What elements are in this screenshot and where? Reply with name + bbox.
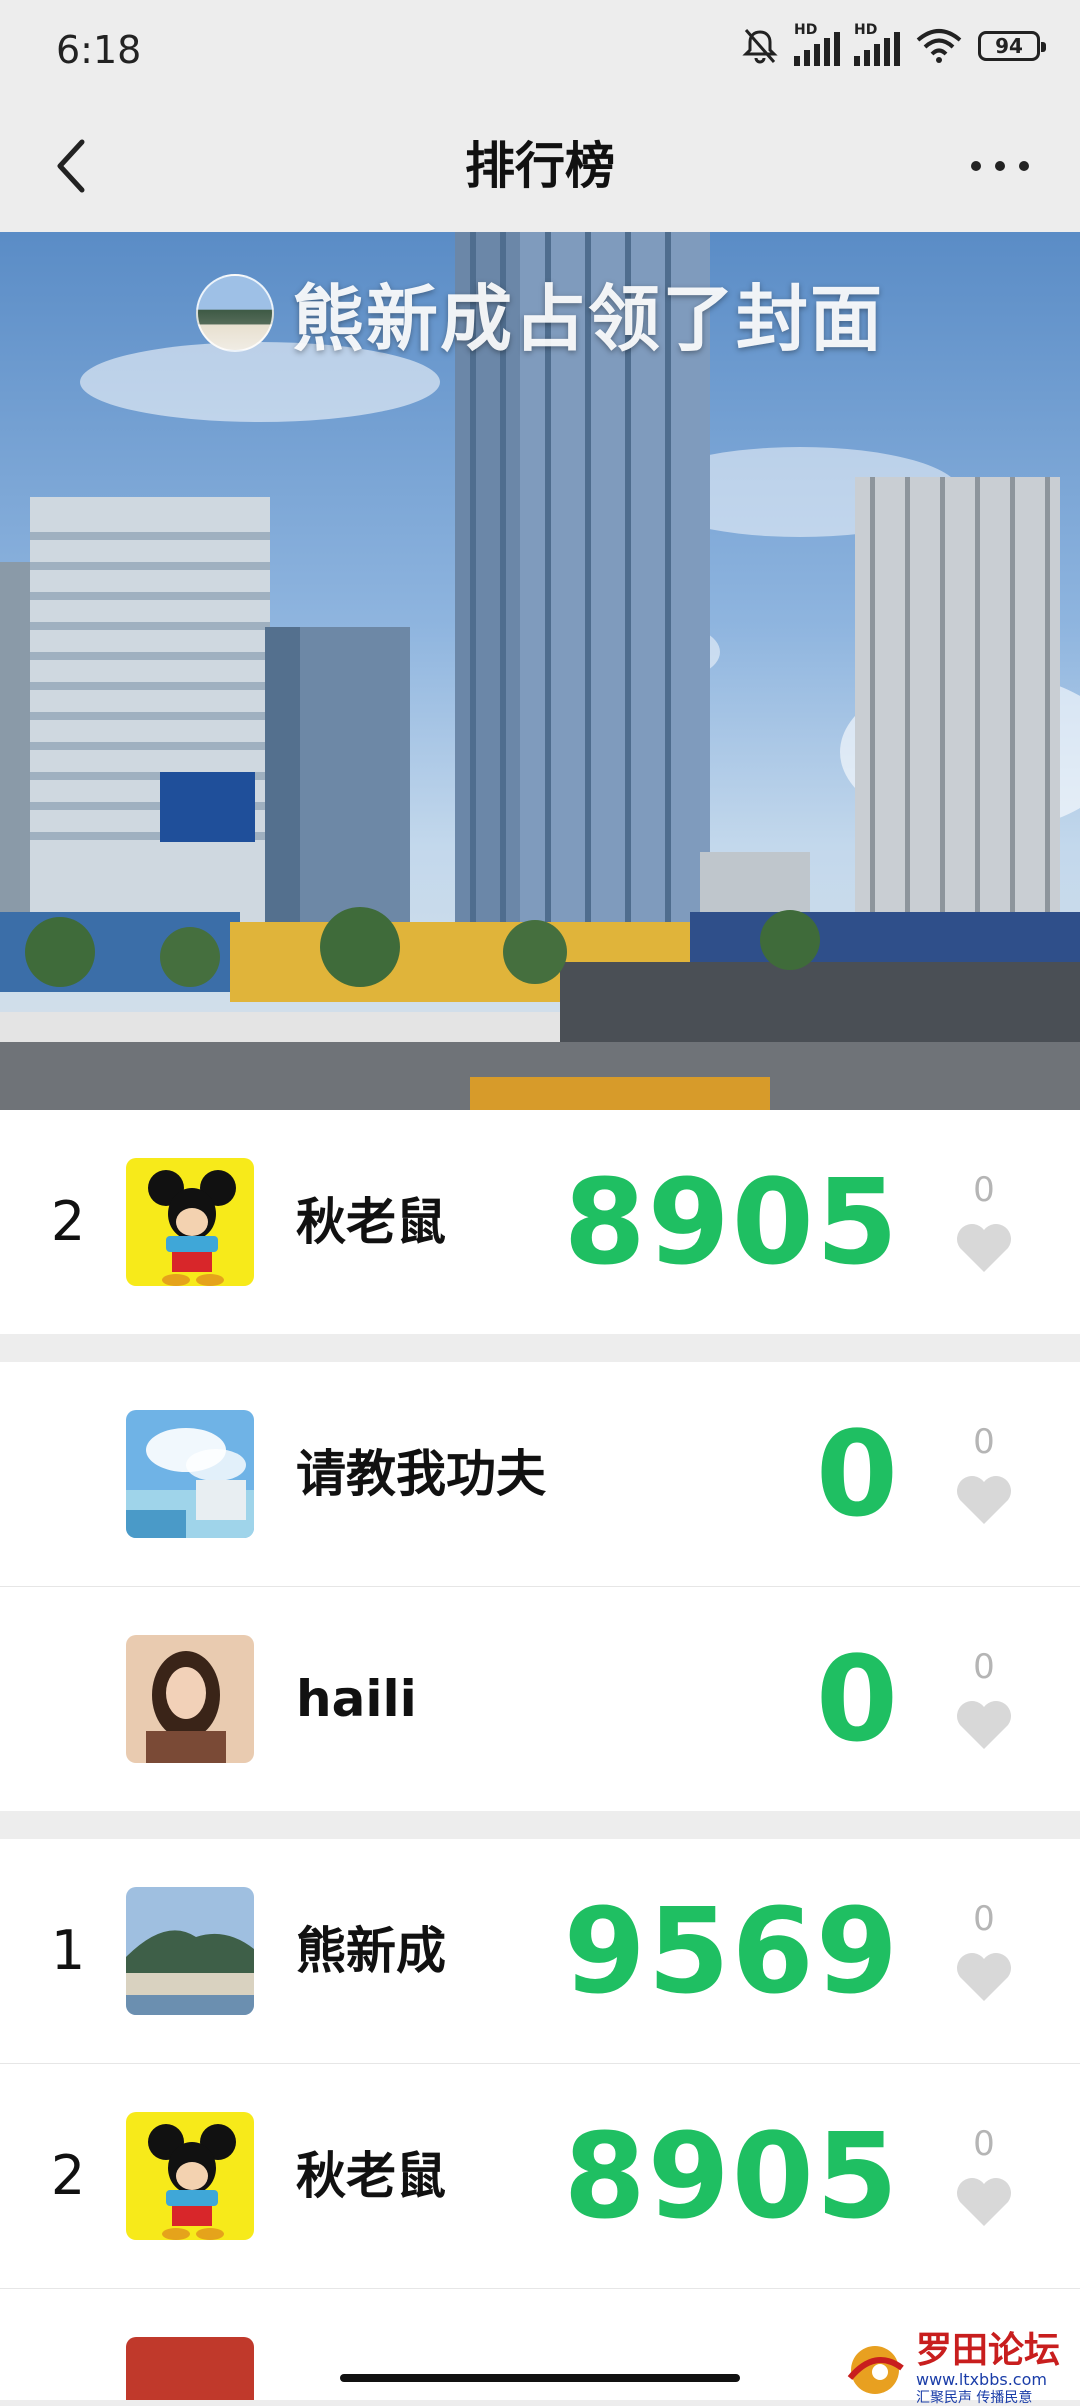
user-name: 秋老鼠 <box>296 2147 446 2205</box>
more-dots-icon <box>971 161 1029 171</box>
mickey-avatar[interactable] <box>126 2112 254 2240</box>
landscape-avatar[interactable] <box>126 1887 254 2015</box>
watermark: 罗田论坛 www.ltxbbs.com 汇聚民声 传播民意 <box>840 2330 1060 2406</box>
my-rank-section: 2 秋老鼠 8905 0 <box>0 1110 1080 1334</box>
list-item[interactable]: 2 秋老鼠 8905 0 <box>0 1110 1080 1334</box>
partial-avatar[interactable] <box>126 2337 254 2400</box>
list-item[interactable]: haili 0 0 <box>0 1587 1080 1811</box>
anime-sky-avatar[interactable] <box>126 1410 254 1538</box>
like-button[interactable]: 0 <box>954 1647 1014 1757</box>
like-button[interactable]: 0 <box>954 2124 1014 2234</box>
friends-zero-section: 请教我功夫 0 0 haili 0 0 <box>0 1362 1080 1811</box>
like-count: 0 <box>973 2124 995 2164</box>
user-name: 请教我功夫 <box>296 1445 546 1503</box>
mickey-avatar[interactable] <box>126 1158 254 1286</box>
rank-number <box>48 1587 88 1811</box>
watermark-slogan: 汇聚民声 传播民意 <box>915 2390 1033 2406</box>
heart-icon <box>957 1476 1011 1524</box>
like-count: 0 <box>973 1422 995 1462</box>
list-item[interactable]: 请教我功夫 0 0 <box>0 1362 1080 1587</box>
rank-number: 2 <box>50 1190 86 1253</box>
status-bar: 6:18 HD HD 94 <box>0 0 1080 100</box>
wifi-icon <box>916 29 962 63</box>
portrait-avatar[interactable] <box>126 1635 254 1763</box>
rank-number: 1 <box>50 1919 86 1982</box>
list-item[interactable]: 2 秋老鼠 8905 0 <box>0 2064 1080 2289</box>
section-divider <box>0 1334 1080 1362</box>
user-name: 熊新成 <box>296 1922 446 1980</box>
step-count: 0 <box>815 1405 900 1543</box>
like-button[interactable]: 0 <box>954 1170 1014 1280</box>
like-count: 0 <box>973 1170 995 1210</box>
mute-bell-icon <box>742 29 778 64</box>
status-time: 6:18 <box>56 28 142 72</box>
cover-caption-text: 熊新成占领了封面 <box>291 277 884 361</box>
watermark-title: 罗田论坛 <box>915 2329 1060 2371</box>
signal-icon-1: HD <box>794 22 840 66</box>
like-button[interactable]: 0 <box>954 1899 1014 2009</box>
section-divider <box>0 1811 1080 1839</box>
battery-icon: 94 <box>978 31 1046 61</box>
nav-bar: 排行榜 <box>0 100 1080 232</box>
like-count: 0 <box>973 1647 995 1687</box>
step-count: 9569 <box>563 1882 900 2020</box>
ranking-list: 1 熊新成 9569 0 2 秋老鼠 8905 0 <box>0 1839 1080 2400</box>
home-indicator[interactable] <box>340 2374 740 2382</box>
heart-icon <box>957 1701 1011 1749</box>
step-count: 8905 <box>563 2107 900 2245</box>
rank-number: 2 <box>50 2144 86 2207</box>
cover-image[interactable]: 熊新成占领了封面 <box>0 232 1080 1110</box>
heart-icon <box>957 1224 1011 1272</box>
like-count: 0 <box>973 1899 995 1939</box>
more-button[interactable] <box>960 136 1040 196</box>
watermark-url: www.ltxbbs.com <box>915 2370 1047 2389</box>
heart-icon <box>957 2178 1011 2226</box>
forum-logo-icon <box>847 2346 904 2394</box>
status-icons: HD HD 94 <box>740 22 1046 66</box>
list-item[interactable]: 1 熊新成 9569 0 <box>0 1839 1080 2064</box>
step-count: 0 <box>815 1630 900 1768</box>
step-count: 8905 <box>563 1153 900 1291</box>
like-button[interactable]: 0 <box>954 1422 1014 1532</box>
page-title: 排行榜 <box>465 137 615 195</box>
user-name: haili <box>296 1670 417 1728</box>
signal-icon-2: HD <box>854 22 900 66</box>
watermark-text: 罗田论坛 www.ltxbbs.com 汇聚民声 传播民意 <box>916 2330 1060 2406</box>
rank-number <box>48 1362 88 1586</box>
cover-owner-avatar[interactable] <box>195 273 274 352</box>
cover-caption: 熊新成占领了封面 <box>0 260 1080 365</box>
user-name: 秋老鼠 <box>296 1193 446 1251</box>
heart-icon <box>957 1953 1011 2001</box>
